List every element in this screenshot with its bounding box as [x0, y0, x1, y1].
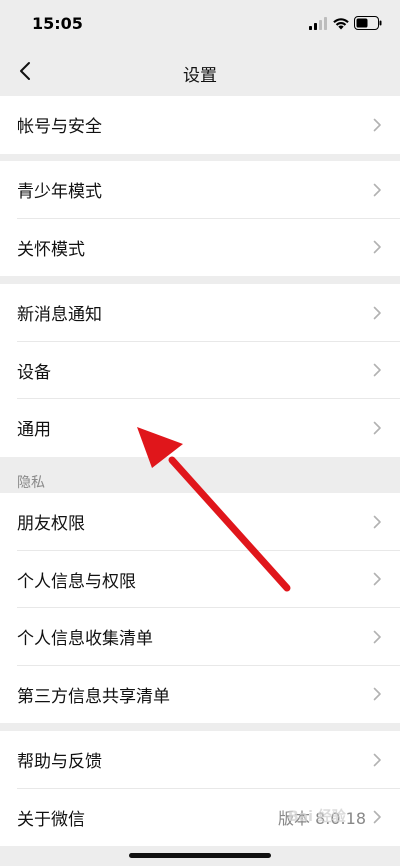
nav-bar: 设置 [0, 46, 400, 96]
chevron-right-icon [373, 240, 381, 254]
list-item-general[interactable]: 通用 [0, 399, 400, 457]
list-item-devices[interactable]: 设备 [0, 342, 400, 399]
chevron-right-icon [373, 118, 381, 132]
chevron-right-icon [373, 687, 381, 701]
chevron-right-icon [373, 515, 381, 529]
list-item-notifications[interactable]: 新消息通知 [0, 284, 400, 342]
chevron-right-icon [373, 753, 381, 767]
status-bar: 15:05 [0, 0, 400, 46]
list-item-label: 帮助与反馈 [17, 752, 102, 773]
list-item-label: 新消息通知 [17, 305, 102, 326]
list-item-label: 关怀模式 [17, 239, 85, 260]
list-item-help-feedback[interactable]: 帮助与反馈 [0, 731, 400, 789]
chevron-right-icon [373, 810, 381, 824]
chevron-right-icon [373, 306, 381, 320]
battery-icon [354, 16, 382, 30]
list-item-label: 设备 [17, 362, 51, 383]
chevron-right-icon [373, 630, 381, 644]
list-item-label: 个人信息收集清单 [17, 629, 153, 650]
chevron-right-icon [373, 363, 381, 377]
chevron-right-icon [373, 421, 381, 435]
settings-screen: 15:05 设置 帐号与安全 青少年模式 关怀模式 新消息通知 设备 通用 隐私… [0, 0, 400, 866]
status-time: 15:05 [32, 14, 83, 33]
list-item-teen-mode[interactable]: 青少年模式 [0, 161, 400, 219]
list-item-third-party-sharing[interactable]: 第三方信息共享清单 [0, 666, 400, 724]
list-item-label: 关于微信 [17, 809, 85, 830]
wifi-icon [333, 18, 349, 30]
page-title: 设置 [183, 66, 217, 86]
chevron-right-icon [373, 572, 381, 586]
settings-group-modes: 青少年模式 关怀模式 [0, 161, 400, 276]
list-item-label: 通用 [17, 420, 51, 441]
signal-icon [309, 17, 327, 30]
settings-group-general: 新消息通知 设备 通用 [0, 284, 400, 457]
list-item-friend-permissions[interactable]: 朋友权限 [0, 493, 400, 551]
settings-group-privacy: 朋友权限 个人信息与权限 个人信息收集清单 第三方信息共享清单 [0, 493, 400, 723]
settings-group-account: 帐号与安全 [0, 96, 400, 154]
chevron-right-icon [373, 183, 381, 197]
home-indicator[interactable] [129, 853, 271, 858]
list-item-label: 朋友权限 [17, 514, 85, 535]
settings-group-about: 帮助与反馈 关于微信 版本 8.0.18 [0, 731, 400, 846]
section-header-privacy: 隐私 [17, 475, 45, 491]
list-item-label: 青少年模式 [17, 182, 102, 203]
list-item-label: 个人信息与权限 [17, 571, 136, 592]
list-item-personal-info-permissions[interactable]: 个人信息与权限 [0, 551, 400, 608]
list-item-label: 帐号与安全 [17, 117, 102, 138]
watermark: Bai 经验 [288, 809, 346, 825]
list-item-label: 第三方信息共享清单 [17, 686, 170, 707]
list-item-care-mode[interactable]: 关怀模式 [0, 219, 400, 277]
list-item-personal-info-collection[interactable]: 个人信息收集清单 [0, 608, 400, 666]
list-item-account-security[interactable]: 帐号与安全 [0, 96, 400, 154]
